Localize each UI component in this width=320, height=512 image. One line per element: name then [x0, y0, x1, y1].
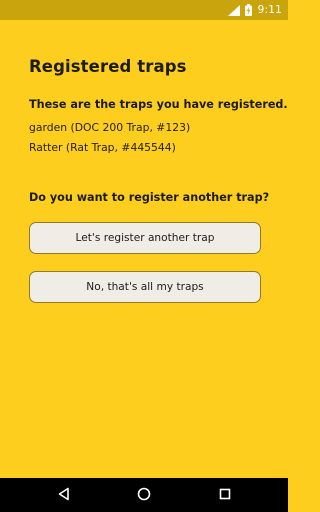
main-content: Registered traps These are the traps you…	[29, 20, 288, 478]
trap-list-item: garden (DOC 200 Trap, #123)	[29, 121, 191, 134]
back-icon	[57, 486, 71, 505]
home-button[interactable]	[124, 478, 164, 512]
battery-charging-icon	[244, 4, 252, 16]
register-question: Do you want to register another trap?	[29, 191, 270, 204]
status-bar: 9:11	[0, 0, 288, 20]
trap-list: garden (DOC 200 Trap, #123) Ratter (Rat …	[29, 121, 190, 161]
recents-icon	[218, 486, 232, 505]
signal-icon	[227, 4, 240, 16]
navigation-bar	[0, 478, 288, 512]
home-icon	[137, 486, 151, 505]
done-button[interactable]: No, that's all my traps	[29, 271, 261, 303]
status-time: 9:11	[257, 4, 282, 16]
trap-list-item: Ratter (Rat Trap, #445544)	[29, 141, 176, 154]
register-another-trap-button[interactable]: Let's register another trap	[29, 222, 261, 254]
page-title: Registered traps	[29, 57, 187, 76]
intro-text: These are the traps you have registered.	[29, 98, 288, 111]
back-button[interactable]	[44, 478, 84, 512]
recents-button[interactable]	[205, 478, 245, 512]
